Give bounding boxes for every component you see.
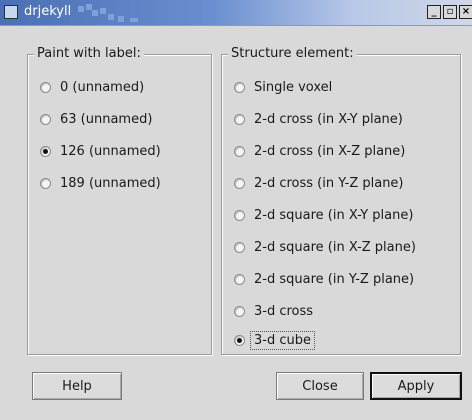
minimize-icon[interactable]: _ (427, 5, 441, 19)
paint-option[interactable]: 126 (unnamed) (40, 141, 161, 161)
apply-button[interactable]: Apply (370, 372, 462, 400)
paint-option-label: 189 (unnamed) (60, 175, 161, 191)
structure-option-label: 2-d cross (in X-Z plane) (254, 143, 406, 159)
structure-option[interactable]: 2-d square (in Y-Z plane) (234, 269, 414, 289)
radio-button[interactable] (40, 113, 51, 125)
radio-button[interactable] (234, 209, 245, 221)
help-button[interactable]: Help (32, 372, 122, 400)
radio-button[interactable] (234, 81, 245, 93)
window-title: drjekyll (24, 4, 72, 19)
structure-element-group: Structure element: Single voxel 2-d cros… (221, 45, 461, 355)
structure-option[interactable]: 3-d cube (234, 330, 315, 350)
title-decoration (78, 4, 148, 22)
structure-option-label: 3-d cube (250, 330, 315, 350)
radio-button[interactable] (234, 145, 245, 157)
radio-button[interactable] (234, 305, 245, 317)
radio-button-selected[interactable] (234, 334, 245, 346)
structure-option[interactable]: 2-d square (in X-Z plane) (234, 237, 416, 257)
paint-option[interactable]: 63 (unnamed) (40, 109, 152, 129)
close-icon[interactable]: × (459, 5, 472, 19)
paint-label-group-title: Paint with label: (34, 45, 144, 63)
radio-button[interactable] (234, 113, 245, 125)
paint-option-label: 63 (unnamed) (60, 111, 153, 127)
paint-option-label: 126 (unnamed) (60, 143, 161, 159)
structure-option-label: 2-d cross (in Y-Z plane) (254, 175, 404, 191)
structure-option-label: 2-d square (in Y-Z plane) (254, 271, 415, 287)
close-button[interactable]: Close (276, 372, 364, 400)
structure-option[interactable]: 2-d cross (in X-Z plane) (234, 141, 405, 161)
radio-button[interactable] (40, 81, 51, 93)
radio-button[interactable] (234, 241, 245, 253)
structure-option[interactable]: 3-d cross (234, 301, 313, 321)
structure-option-label: Single voxel (254, 79, 333, 95)
structure-option-label: 2-d square (in X-Y plane) (254, 207, 414, 223)
structure-option-label: 3-d cross (254, 303, 314, 319)
radio-button[interactable] (234, 177, 245, 189)
radio-button[interactable] (234, 273, 245, 285)
paint-option-label: 0 (unnamed) (60, 79, 145, 95)
maximize-icon[interactable]: ▫ (443, 5, 457, 19)
paint-label-group: Paint with label: 0 (unnamed) 63 (unname… (27, 45, 212, 355)
structure-option-label: 2-d cross (in X-Y plane) (254, 111, 403, 127)
structure-option[interactable]: Single voxel (234, 77, 332, 97)
title-bar[interactable]: drjekyll _ ▫ × (0, 0, 472, 26)
paint-option[interactable]: 189 (unnamed) (40, 173, 161, 193)
structure-option[interactable]: 2-d square (in X-Y plane) (234, 205, 413, 225)
window-menu-icon[interactable] (4, 5, 18, 19)
structure-element-group-title: Structure element: (228, 45, 357, 63)
structure-option[interactable]: 2-d cross (in X-Y plane) (234, 109, 403, 129)
structure-option[interactable]: 2-d cross (in Y-Z plane) (234, 173, 404, 193)
radio-button[interactable] (40, 177, 51, 189)
paint-option[interactable]: 0 (unnamed) (40, 77, 144, 97)
radio-button-selected[interactable] (40, 145, 51, 157)
structure-option-label: 2-d square (in X-Z plane) (254, 239, 416, 255)
